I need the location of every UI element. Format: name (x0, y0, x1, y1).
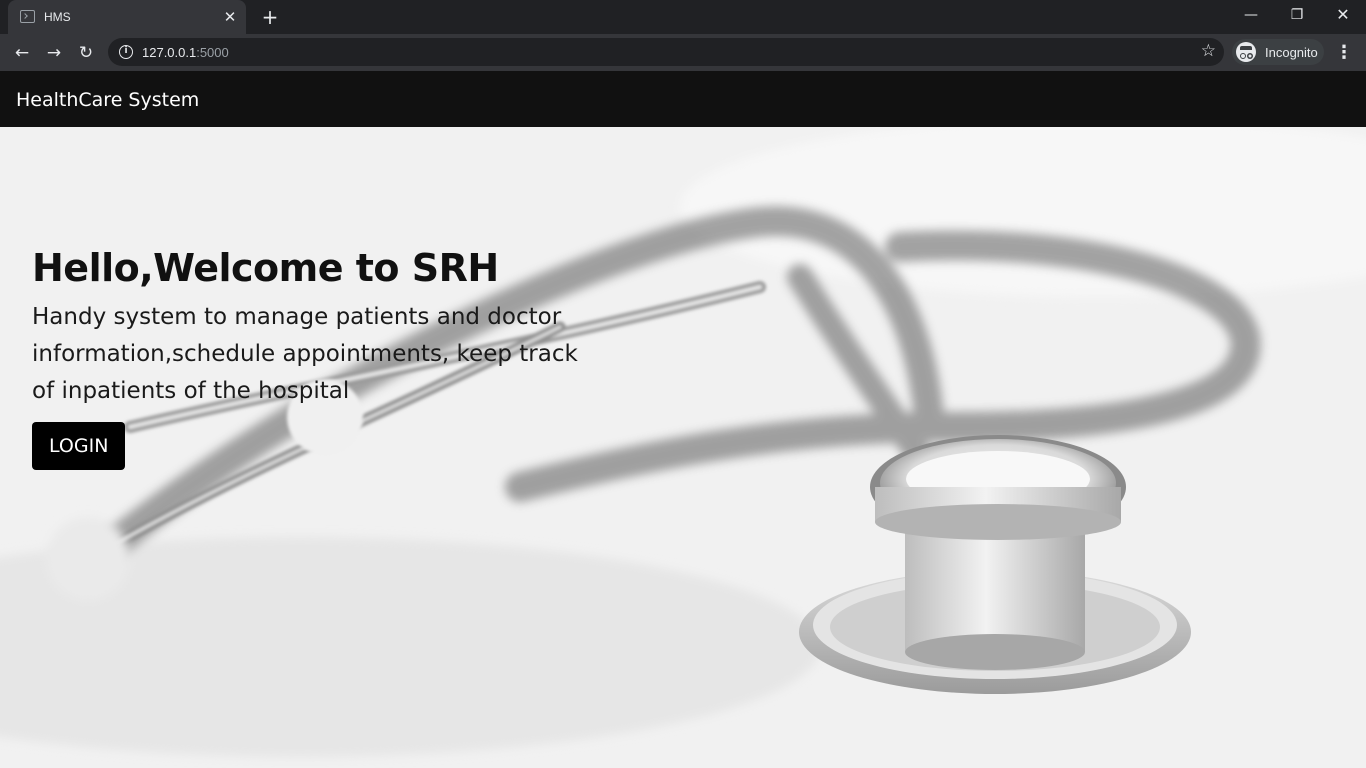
browser-toolbar: ← → ↻ i 127.0.0.1:5000 ☆ Incognito ⋮ (0, 34, 1366, 71)
incognito-badge[interactable]: Incognito (1232, 39, 1324, 65)
window-close-button[interactable]: ✕ (1320, 0, 1366, 30)
tab-close-icon[interactable]: ✕ (221, 8, 239, 26)
minimize-button[interactable]: — (1228, 0, 1274, 30)
address-bar[interactable]: i 127.0.0.1:5000 ☆ (108, 38, 1224, 66)
new-tab-button[interactable]: + (258, 6, 282, 28)
browser-tab[interactable]: HMS ✕ (8, 0, 246, 34)
forward-button[interactable]: → (40, 39, 68, 67)
incognito-label: Incognito (1265, 45, 1318, 60)
more-vert-icon[interactable]: ⋮ (1334, 39, 1354, 67)
back-button[interactable]: ← (8, 39, 36, 67)
hero-subtitle: Handy system to manage patients and doct… (32, 304, 578, 404)
url-text[interactable]: 127.0.0.1:5000 (142, 45, 229, 60)
incognito-icon (1236, 42, 1256, 62)
info-icon[interactable]: i (119, 45, 133, 59)
web-page: HealthCare System Hello,Welcome to SRH H… (0, 71, 1366, 768)
navbar-brand[interactable]: HealthCare System (16, 89, 199, 111)
star-icon[interactable]: ☆ (1201, 41, 1216, 61)
hero-title: Hello,Welcome to SRH (32, 246, 499, 290)
hero-section: Hello,Welcome to SRH Handy system to man… (0, 127, 1366, 768)
restore-button[interactable]: ❐ (1274, 0, 1320, 30)
hero-content: Hello,Welcome to SRH Handy system to man… (32, 243, 632, 470)
login-button[interactable]: LOGIN (32, 422, 126, 470)
site-navbar: HealthCare System (0, 71, 1366, 127)
tab-title: HMS (44, 10, 71, 24)
favicon-icon (20, 10, 35, 23)
reload-button[interactable]: ↻ (72, 39, 100, 67)
url-port: :5000 (196, 45, 229, 60)
browser-tabstrip: HMS ✕ + — ❐ ✕ (0, 0, 1366, 34)
url-host: 127.0.0.1 (142, 45, 197, 60)
